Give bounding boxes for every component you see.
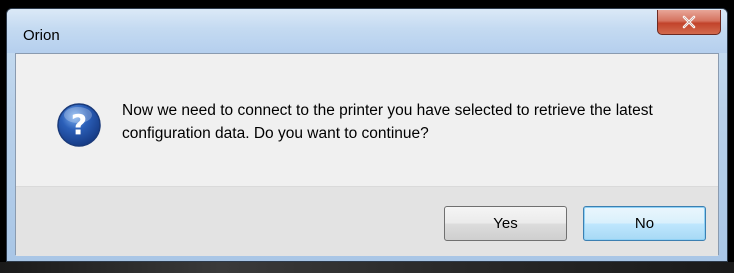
message-area: ? Now we need to connect to the printer … — [16, 54, 718, 186]
background-bottom — [0, 262, 734, 273]
svg-text:?: ? — [71, 108, 87, 141]
close-button[interactable] — [657, 10, 721, 35]
yes-button[interactable]: Yes — [444, 206, 567, 241]
question-icon: ? — [57, 103, 101, 147]
button-bar: Yes No — [16, 186, 718, 256]
dialog-window: Orion ? Now we need to connect to the pr… — [6, 8, 728, 262]
dialog-client-area: ? Now we need to connect to the printer … — [15, 53, 719, 256]
window-title: Orion — [23, 27, 60, 44]
background-top — [0, 0, 734, 8]
no-button[interactable]: No — [583, 206, 706, 241]
close-icon — [682, 15, 696, 29]
title-bar[interactable]: Orion — [7, 9, 727, 53]
dialog-message: Now we need to connect to the printer yo… — [122, 102, 653, 142]
